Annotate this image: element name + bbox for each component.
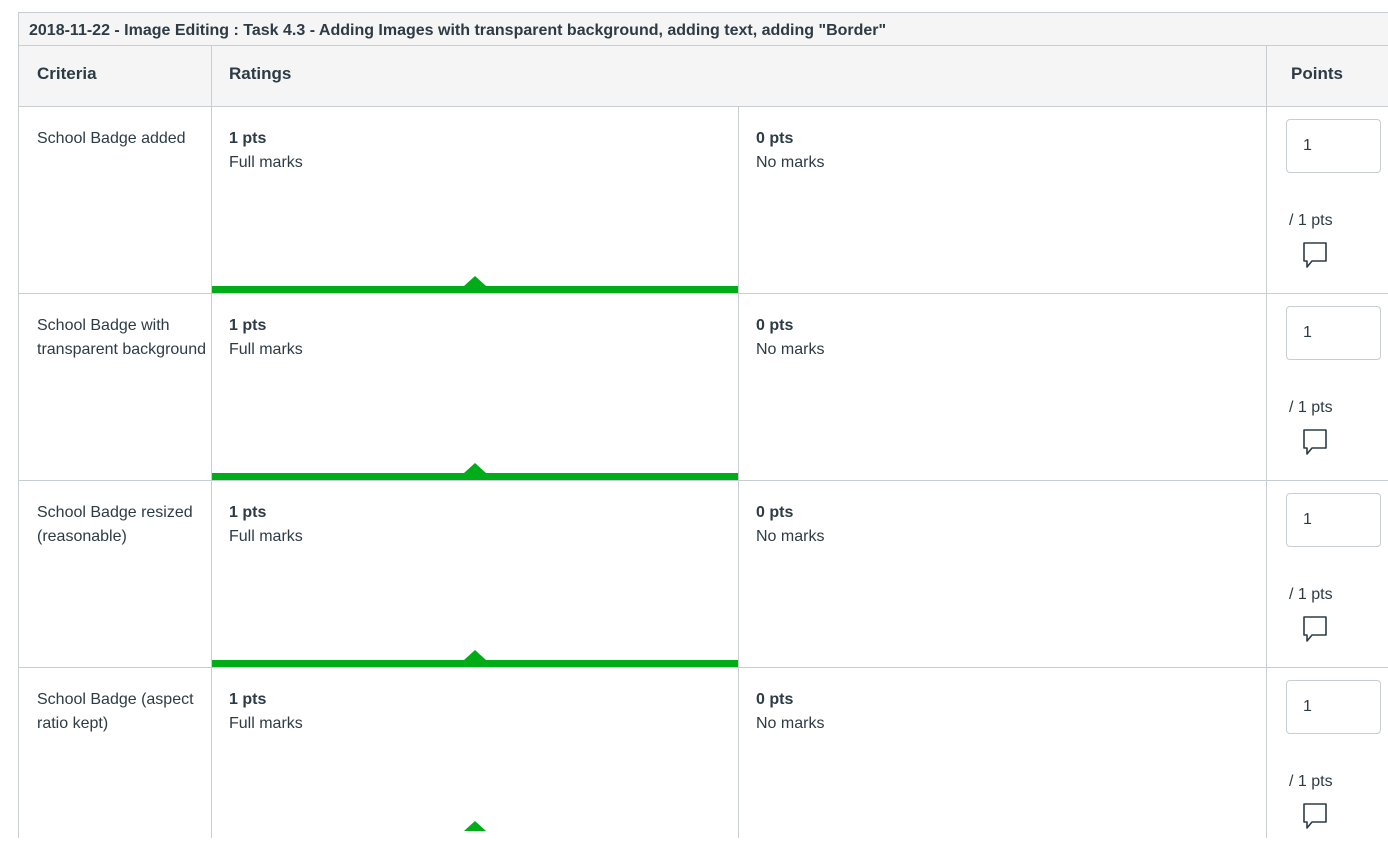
criterion-description: School Badge resized (reasonable) [19,481,212,667]
rating-label: Full marks [229,341,303,358]
rating-label: Full marks [229,528,303,545]
rating-points: 0 pts [756,504,794,521]
points-input[interactable] [1286,306,1381,360]
selected-indicator-arrow [464,276,486,286]
comment-icon[interactable] [1301,427,1329,457]
points-header: Points [1291,64,1343,83]
points-possible: / 1 pts [1289,399,1333,416]
criterion-ratings: 1 pts Full marks 0 pts No marks [212,294,1267,480]
criterion-description: School Badge (aspect ratio kept) [19,668,212,838]
selected-indicator-arrow [464,463,486,473]
rating-no-marks[interactable]: 0 pts No marks [739,481,1266,667]
criterion-row: School Badge (aspect ratio kept) 1 pts F… [19,668,1388,838]
rating-full-marks[interactable]: 1 pts Full marks [212,294,739,480]
rating-no-marks[interactable]: 0 pts No marks [739,668,1266,838]
rating-points: 0 pts [756,317,794,334]
selected-indicator-arrow [464,821,486,831]
criterion-ratings: 1 pts Full marks 0 pts No marks [212,481,1267,667]
points-possible: / 1 pts [1289,586,1333,603]
criterion-row: School Badge added 1 pts Full marks 0 pt… [19,107,1388,294]
criterion-points: / 1 pts [1267,481,1388,667]
rating-label: No marks [756,528,825,545]
rubric: 2018-11-22 - Image Editing : Task 4.3 - … [18,12,1388,838]
rating-label: No marks [756,715,825,732]
rating-full-marks[interactable]: 1 pts Full marks [212,481,739,667]
criterion-ratings: 1 pts Full marks 0 pts No marks [212,107,1267,293]
rating-points: 1 pts [229,691,267,708]
rating-points: 0 pts [756,130,794,147]
criterion-points: / 1 pts [1267,668,1388,838]
rating-points: 0 pts [756,691,794,708]
criterion-points: / 1 pts [1267,107,1388,293]
selected-indicator-arrow [464,650,486,660]
rating-label: Full marks [229,715,303,732]
points-input[interactable] [1286,493,1381,547]
comment-icon[interactable] [1301,614,1329,644]
points-input[interactable] [1286,119,1381,173]
rating-label: No marks [756,154,825,171]
criterion-description: School Badge with transparent background [19,294,212,480]
rating-no-marks[interactable]: 0 pts No marks [739,107,1266,293]
rubric-title: 2018-11-22 - Image Editing : Task 4.3 - … [19,12,1388,46]
selected-indicator-bar [212,473,738,480]
criterion-points: / 1 pts [1267,294,1388,480]
comment-icon[interactable] [1301,801,1329,831]
rating-no-marks[interactable]: 0 pts No marks [739,294,1266,480]
points-input[interactable] [1286,680,1381,734]
criteria-header: Criteria [19,46,212,106]
rating-points: 1 pts [229,130,267,147]
criterion-row: School Badge resized (reasonable) 1 pts … [19,481,1388,668]
points-possible: / 1 pts [1289,773,1333,790]
rating-full-marks[interactable]: 1 pts Full marks [212,668,739,838]
comment-icon[interactable] [1301,240,1329,270]
selected-indicator-bar [212,660,738,667]
criterion-description: School Badge added [19,107,212,293]
rating-points: 1 pts [229,317,267,334]
criterion-row: School Badge with transparent background… [19,294,1388,481]
rubric-header-row: Criteria Ratings Points [19,46,1388,107]
rating-points: 1 pts [229,504,267,521]
rating-label: No marks [756,341,825,358]
points-possible: / 1 pts [1289,212,1333,229]
ratings-header: Ratings [212,46,1267,106]
criterion-ratings: 1 pts Full marks 0 pts No marks [212,668,1267,838]
rating-label: Full marks [229,154,303,171]
selected-indicator-bar [212,286,738,293]
rating-full-marks[interactable]: 1 pts Full marks [212,107,739,293]
